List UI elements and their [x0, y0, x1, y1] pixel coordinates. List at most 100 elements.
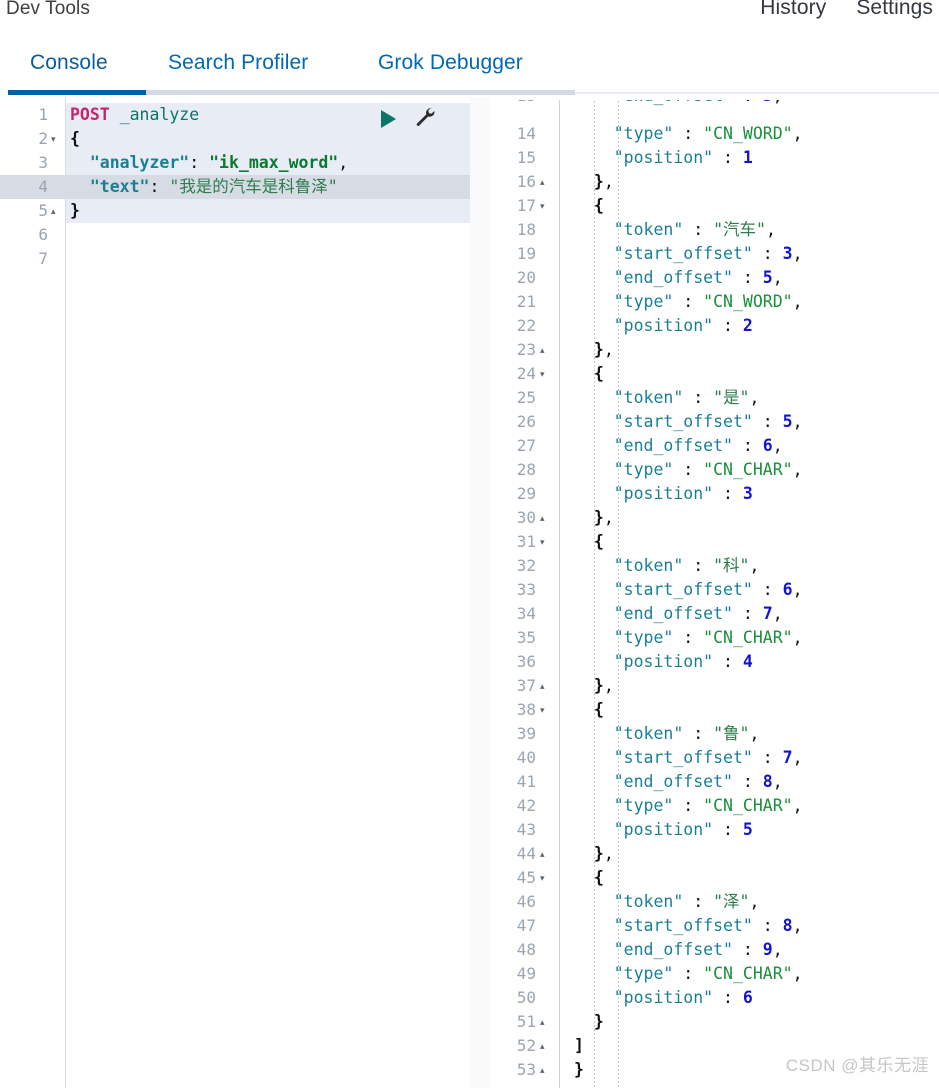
line-number: 28 [516, 460, 536, 479]
token: , [792, 292, 803, 311]
line-number: 3 [38, 153, 48, 172]
code-line[interactable]: 28 "type" : "CN_CHAR", [490, 458, 939, 482]
code-line[interactable]: 47 "start_offset" : 8, [490, 914, 939, 938]
code-line[interactable]: 25 "token" : "是", [490, 386, 939, 410]
line-number: 2 [38, 129, 48, 148]
wrench-icon[interactable] [414, 106, 435, 132]
fold-expand-icon[interactable]: ▴ [540, 170, 545, 194]
code-line[interactable]: 34 "end_offset" : 7, [490, 602, 939, 626]
code-line[interactable]: 41 "end_offset" : 8, [490, 770, 939, 794]
code-line[interactable]: 42 "type" : "CN_CHAR", [490, 794, 939, 818]
token: } [593, 172, 604, 191]
code-line[interactable]: 16 ▴ }, [490, 170, 939, 194]
code-line[interactable]: 23 ▴ }, [490, 338, 939, 362]
fold-expand-icon[interactable]: ▴ [540, 674, 545, 698]
code-line[interactable]: 6 [0, 223, 470, 247]
code-line[interactable]: 44 ▴ }, [490, 842, 939, 866]
line-number: 16 [516, 172, 536, 191]
code-line[interactable]: 31 ▾ { [490, 530, 939, 554]
code-line[interactable]: 51 ▴ } [490, 1010, 939, 1034]
code-line[interactable]: 21 "type" : "CN_WORD", [490, 290, 939, 314]
code-text: POST _analyze [70, 103, 199, 127]
code-line[interactable]: 46 "token" : "泽", [490, 890, 939, 914]
token: , [603, 340, 614, 359]
code-line[interactable]: 38 ▾ { [490, 698, 939, 722]
token: , [749, 388, 760, 407]
token: , [792, 628, 803, 647]
code-line[interactable]: 5 ▴} [0, 199, 470, 223]
token: , [603, 676, 614, 695]
code-line[interactable]: 40 "start_offset" : 7, [490, 746, 939, 770]
code-line[interactable]: 50 "position" : 6 [490, 986, 939, 1010]
code-line[interactable]: 20 "end_offset" : 5, [490, 266, 939, 290]
code-text: "analyzer": "ik_max_word", [70, 151, 348, 175]
token: "type" [613, 628, 674, 647]
response-viewer[interactable]: 14 "type" : "CN_WORD", 15 "position" : 11… [490, 97, 939, 1088]
code-line[interactable]: 49 "type" : "CN_CHAR", [490, 962, 939, 986]
code-line[interactable]: 22 "position" : 2 [490, 314, 939, 338]
fold-collapse-icon[interactable]: ▾ [540, 698, 545, 722]
fold-expand-icon[interactable]: ▴ [540, 1058, 545, 1082]
settings-link[interactable]: Settings [856, 0, 933, 20]
code-line[interactable]: 3 "analyzer": "ik_max_word", [0, 151, 470, 175]
token: "start_offset" [613, 244, 753, 263]
code-line[interactable]: 48 "end_offset" : 9, [490, 938, 939, 962]
token: : [673, 796, 704, 815]
request-editor[interactable]: 1 POST _analyze 2 ▾ {3 "analyzer": "ik_max_w… [0, 97, 470, 1088]
fold-collapse-icon[interactable]: ▾ [540, 530, 545, 554]
code-line[interactable]: 4 "text": "我是的汽车是科鲁泽" [0, 175, 470, 199]
line-number: 15 [516, 148, 536, 167]
code-line[interactable]: 43 "position" : 5 [490, 818, 939, 842]
code-line[interactable]: 18 "token" : "汽车", [490, 218, 939, 242]
code-line[interactable]: 24 ▾ { [490, 362, 939, 386]
fold-collapse-icon[interactable]: ▾ [51, 127, 56, 151]
token: , [603, 508, 614, 527]
code-line[interactable]: 29 "position" : 3 [490, 482, 939, 506]
app-title: Dev Tools [6, 0, 90, 19]
code-line[interactable]: 37 ▴ }, [490, 674, 939, 698]
code-line[interactable]: 19 "start_offset" : 3, [490, 242, 939, 266]
code-text: "end_offset" : 7, [574, 602, 783, 626]
token: "是" [713, 388, 750, 407]
code-line[interactable]: 27 "end_offset" : 6, [490, 434, 939, 458]
play-icon[interactable] [381, 110, 396, 128]
fold-collapse-icon[interactable]: ▾ [540, 362, 545, 386]
code-line[interactable]: 14 "type" : "CN_WORD", [490, 122, 939, 146]
tab-grok-debugger[interactable]: Grok Debugger [378, 51, 523, 75]
token: 7 [762, 604, 773, 623]
fold-expand-icon[interactable]: ▴ [51, 199, 56, 223]
code-line[interactable]: 32 "token" : "科", [490, 554, 939, 578]
code-line[interactable]: 26 "start_offset" : 5, [490, 410, 939, 434]
fold-expand-icon[interactable]: ▴ [540, 338, 545, 362]
line-number: 51 [516, 1012, 536, 1031]
line-number: 22 [516, 316, 536, 335]
code-line[interactable]: 7 [0, 247, 470, 271]
code-line[interactable]: 30 ▴ }, [490, 506, 939, 530]
code-line[interactable]: 45 ▾ { [490, 866, 939, 890]
code-line[interactable]: 35 "type" : "CN_CHAR", [490, 626, 939, 650]
fold-collapse-icon[interactable]: ▾ [540, 194, 545, 218]
token: "type" [613, 964, 674, 983]
token: , [792, 460, 803, 479]
token: "token" [613, 892, 684, 911]
fold-expand-icon[interactable]: ▴ [540, 1034, 545, 1058]
fold-expand-icon[interactable]: ▴ [540, 1010, 545, 1034]
code-text: }, [574, 170, 614, 194]
token: : [713, 820, 743, 839]
code-line[interactable]: 33 "start_offset" : 6, [490, 578, 939, 602]
tab-console[interactable]: Console [30, 51, 108, 75]
fold-expand-icon[interactable]: ▴ [540, 506, 545, 530]
pane-splitter[interactable] [470, 97, 490, 1088]
code-line[interactable]: 39 "token" : "鲁", [490, 722, 939, 746]
code-line[interactable]: 15 "position" : 1 [490, 146, 939, 170]
code-line[interactable]: 36 "position" : 4 [490, 650, 939, 674]
app-header: Dev Tools History Settings [0, 0, 939, 42]
fold-expand-icon[interactable]: ▴ [540, 842, 545, 866]
code-line[interactable]: 17 ▾ { [490, 194, 939, 218]
history-link[interactable]: History [760, 0, 826, 20]
fold-collapse-icon[interactable]: ▾ [540, 866, 545, 890]
tab-search-profiler[interactable]: Search Profiler [168, 51, 308, 75]
